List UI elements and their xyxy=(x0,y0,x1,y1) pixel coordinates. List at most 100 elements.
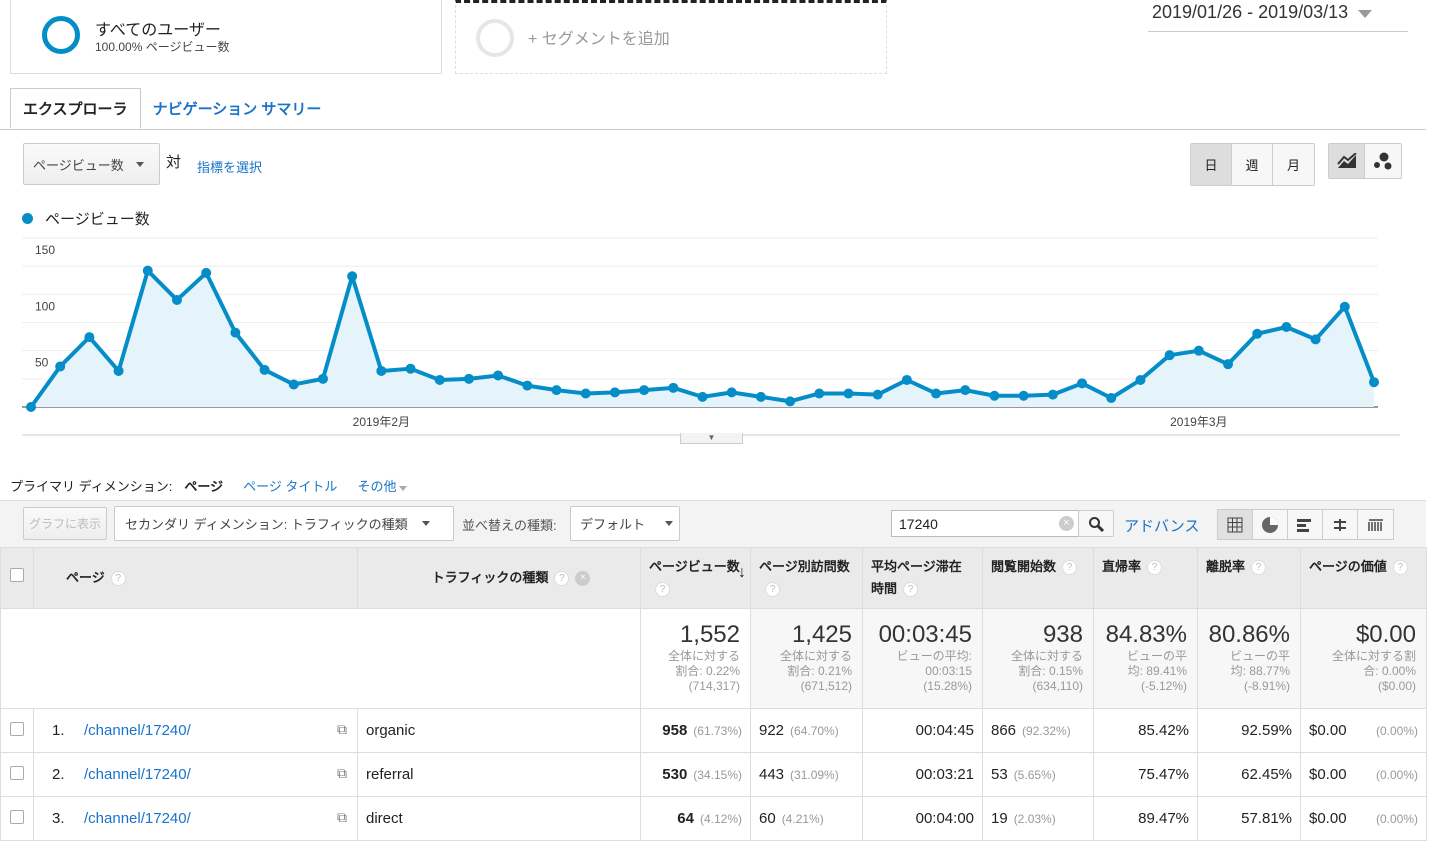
granularity-month-button[interactable]: 月 xyxy=(1273,144,1314,185)
granularity-day-button[interactable]: 日 xyxy=(1191,144,1232,185)
sort-type-select[interactable]: デフォルト xyxy=(570,506,680,541)
chevron-down-icon xyxy=(421,521,430,526)
data-point xyxy=(1077,378,1088,389)
table-row: 2. /channel/17240/ ⧉ referral 530 (34.15%) 443… xyxy=(0,752,1427,797)
help-icon[interactable]: ? xyxy=(765,582,780,598)
bounce-rate: 75.47% xyxy=(1138,766,1189,783)
header-unique-pageviews[interactable]: ページ別訪問数? xyxy=(750,547,863,609)
table-search-input[interactable]: 17240 × xyxy=(891,510,1079,537)
header-pageviews[interactable]: ページビュー数? ↓ xyxy=(640,547,751,609)
data-point xyxy=(785,396,796,407)
totals-row: 1,552 全体に対する 割合: 0.22% (714,317) 1,425 全体に対する… xyxy=(0,608,1427,709)
help-icon[interactable]: ? xyxy=(1392,560,1408,576)
help-icon[interactable]: ? xyxy=(554,571,570,587)
row-checkbox[interactable] xyxy=(10,765,24,780)
data-point xyxy=(580,388,591,399)
data-point xyxy=(814,388,825,399)
data-point xyxy=(1164,350,1175,361)
total-value: 1,425 xyxy=(791,621,852,648)
pageviews: 64 xyxy=(677,810,694,827)
data-point xyxy=(201,267,212,278)
total-note: ビューの平 xyxy=(1126,649,1187,663)
y-tick-label: 100 xyxy=(35,299,55,313)
search-button[interactable] xyxy=(1078,510,1114,537)
total-cell: 80.86% ビューの平 均: 88.77% (-8.91%) xyxy=(1197,608,1301,709)
granularity-week-button[interactable]: 週 xyxy=(1232,144,1273,185)
help-icon[interactable]: ? xyxy=(1062,560,1078,576)
unique-pageviews: 922 xyxy=(759,722,785,739)
plot-rows-button[interactable]: グラフに表示 xyxy=(23,507,107,540)
row-checkbox[interactable] xyxy=(10,721,24,736)
help-icon[interactable]: ? xyxy=(1251,560,1267,576)
remove-dimension-icon[interactable]: × xyxy=(575,571,591,587)
data-point xyxy=(755,391,766,402)
open-page-icon[interactable]: ⧉ xyxy=(337,765,347,782)
header-page[interactable]: ページ? xyxy=(33,547,358,609)
motion-chart-icon[interactable] xyxy=(1365,144,1401,178)
chevron-down-icon xyxy=(135,161,144,167)
page-link[interactable]: /channel/17240/ xyxy=(84,766,191,783)
data-point xyxy=(668,382,679,393)
open-page-icon[interactable]: ⧉ xyxy=(337,721,347,738)
avg-time: 00:04:45 xyxy=(915,722,974,739)
dimension-page-title[interactable]: ページ タイトル xyxy=(243,476,337,495)
unique-pageviews: 443 xyxy=(759,766,785,783)
header-label: ページ別訪問数 xyxy=(759,559,850,574)
total-note: (634,110) xyxy=(1032,679,1083,693)
entrances: 19 xyxy=(991,810,1008,827)
comparison-view-icon[interactable] xyxy=(1323,510,1358,539)
add-segment-button[interactable]: + セグメントを追加 xyxy=(455,0,887,74)
help-icon[interactable]: ? xyxy=(110,571,126,587)
metric-selector-value: ページビュー数 xyxy=(33,157,124,173)
header-entrances[interactable]: 閲覧開始数? xyxy=(982,547,1094,609)
data-point xyxy=(522,380,533,391)
data-point xyxy=(1252,328,1263,339)
pivot-view-icon[interactable] xyxy=(1358,510,1393,539)
select-all-checkbox[interactable] xyxy=(10,568,24,582)
row-checkbox[interactable] xyxy=(10,809,24,824)
y-tick-label: 50 xyxy=(35,356,49,370)
area-fill xyxy=(31,270,1374,407)
header-page-value[interactable]: ページの価値? xyxy=(1300,547,1427,609)
date-range-picker[interactable]: 2019/01/26 - 2019/03/13 xyxy=(1148,2,1408,32)
header-traffic-type[interactable]: トラフィックの種類? × xyxy=(357,547,641,609)
header-avg-time[interactable]: 平均ページ滞在時間? xyxy=(862,547,983,609)
line-chart-icon[interactable] xyxy=(1329,144,1365,178)
help-icon[interactable]: ? xyxy=(1147,560,1163,576)
segment-ring-icon xyxy=(476,19,514,57)
total-cell: 00:03:45 ビューの平均: 00:03:15 (15.28%) xyxy=(862,608,983,709)
open-page-icon[interactable]: ⧉ xyxy=(337,809,347,826)
segment-all-users[interactable]: すべてのユーザー 100.00% ページビュー数 xyxy=(10,0,442,74)
search-value: 17240 xyxy=(899,516,938,532)
dimension-other[interactable]: その他 xyxy=(357,476,408,495)
page-link[interactable]: /channel/17240/ xyxy=(84,810,191,827)
page-link[interactable]: /channel/17240/ xyxy=(84,722,191,739)
metric-selector[interactable]: ページビュー数 xyxy=(23,143,160,185)
data-point xyxy=(989,390,1000,401)
header-bounce-rate[interactable]: 直帰率? xyxy=(1093,547,1198,609)
help-icon[interactable]: ? xyxy=(903,582,919,598)
pageviews-pct: (34.15%) xyxy=(693,768,742,782)
total-note: 割合: 0.22% xyxy=(675,664,740,678)
data-point xyxy=(960,385,971,396)
chart-collapse-handle[interactable]: ▼ xyxy=(680,433,743,444)
performance-view-icon[interactable] xyxy=(1288,510,1323,539)
help-icon[interactable]: ? xyxy=(655,582,670,598)
table-row: 1. /channel/17240/ ⧉ organic 958 (61.73%) 922 (… xyxy=(0,708,1427,753)
advanced-filter-link[interactable]: アドバンス xyxy=(1124,515,1199,536)
data-point xyxy=(1018,390,1029,401)
table-view-icon[interactable] xyxy=(1218,510,1253,539)
tab-explorer[interactable]: エクスプローラ xyxy=(10,88,141,129)
y-tick-label: 150 xyxy=(35,243,55,257)
header-label: ページビュー数 xyxy=(649,559,740,574)
header-exit-rate[interactable]: 離脱率? xyxy=(1197,547,1301,609)
pie-view-icon[interactable] xyxy=(1253,510,1288,539)
clear-search-icon[interactable]: × xyxy=(1059,516,1074,531)
data-point xyxy=(493,370,504,381)
sort-type-value: デフォルト xyxy=(580,517,646,532)
tab-navigation-summary[interactable]: ナビゲーション サマリー xyxy=(141,88,334,129)
exit-rate: 62.45% xyxy=(1241,766,1292,783)
data-point xyxy=(317,373,328,384)
secondary-dimension-select[interactable]: セカンダリ ディメンション: トラフィックの種類 xyxy=(114,506,454,541)
select-metric-link[interactable]: 指標を選択 xyxy=(197,157,262,176)
